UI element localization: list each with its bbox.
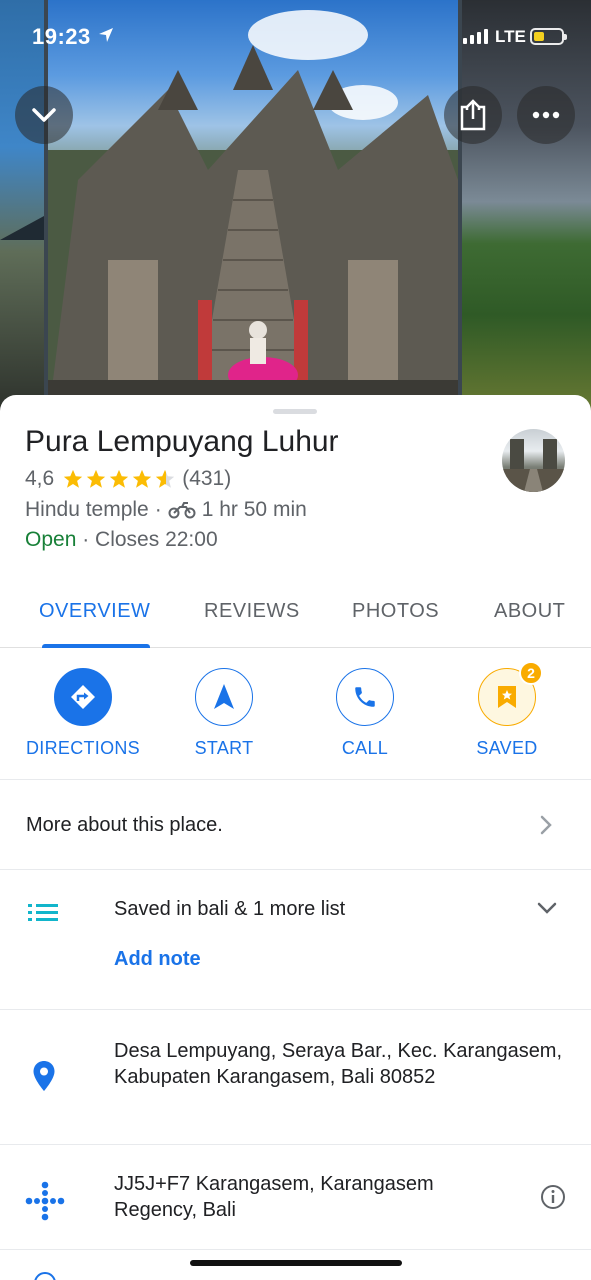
rating-value: 4,6 [25,467,55,490]
review-count: (431) [182,467,232,490]
action-buttons: DIRECTIONS START CALL 2 SAVED [0,648,591,780]
chevron-down-icon [32,108,56,122]
tab-reviews[interactable]: REVIEWS [204,600,300,623]
place-category: Hindu temple [25,498,149,521]
chevron-down-icon[interactable] [535,900,559,916]
address-row[interactable]: Desa Lempuyang, Seraya Bar., Kec. Karang… [0,1010,591,1145]
phone-icon [355,687,375,707]
saved-lists-text: Saved in bali & 1 more list [114,898,346,920]
more-about-text: More about this place. [26,814,223,836]
location-pin-icon [33,1061,55,1091]
network-type: LTE [495,27,526,46]
tab-photos[interactable]: PHOTOS [352,600,439,623]
category-row: Hindu temple · 1 hr 50 min [25,498,307,522]
list-icon [28,904,58,921]
signal-bars-icon [463,29,488,44]
saved-button[interactable]: 2 SAVED [437,661,577,759]
home-indicator[interactable] [190,1260,402,1266]
bookmark-star-icon [498,686,516,708]
directions-label: DIRECTIONS [25,738,140,758]
navigation-arrow-icon [214,684,234,709]
tab-about[interactable]: ABOUT [494,600,565,623]
share-icon [460,99,486,131]
place-title: Pura Lempuyang Luhur [25,425,339,458]
tab-overview[interactable]: OVERVIEW [39,600,150,623]
start-button[interactable]: START [154,668,294,759]
photo-carousel[interactable]: 19:23 LTE [0,0,591,420]
share-button[interactable] [444,86,502,144]
travel-time: 1 hr 50 min [201,498,307,521]
saved-count-badge: 2 [519,661,543,685]
start-label: START [194,738,254,758]
directions-circle [54,668,112,726]
drag-handle[interactable] [273,409,317,414]
location-arrow-icon [99,28,113,42]
place-thumbnail[interactable] [502,429,565,492]
more-about-row[interactable]: More about this place. [0,780,591,870]
separator: · [154,498,162,521]
address-text: Desa Lempuyang, Seraya Bar., Kec. Karang… [114,1040,563,1088]
status-time: 19:23 [32,24,91,49]
call-button[interactable]: CALL [295,668,435,759]
place-sheet: Pura Lempuyang Luhur 4,6 (431) Hindu tem… [0,395,591,1280]
saved-lists-row[interactable]: Saved in bali & 1 more list Add note [0,870,591,1010]
call-label: CALL [341,738,389,758]
hours-row[interactable]: Open · Closes 22:00 [25,528,218,552]
battery-icon [530,28,567,45]
directions-icon [71,685,95,709]
plus-code-icon [25,1181,65,1221]
directions-button[interactable]: DIRECTIONS [13,668,153,759]
open-status: Open [25,528,77,551]
tab-bar: OVERVIEW REVIEWS PHOTOS ABOUT [0,580,591,648]
saved-circle: 2 [478,661,543,726]
call-circle [336,668,394,726]
collapse-button[interactable] [15,86,73,144]
chevron-right-icon [540,815,552,835]
closing-time: · Closes 22:00 [82,528,218,551]
info-icon[interactable] [540,1184,566,1210]
motorcycle-icon [168,502,196,519]
rating-row[interactable]: 4,6 (431) [25,467,231,491]
plus-code-row[interactable]: JJ5J+F7 Karangasem, Karangasem Regency, … [0,1145,591,1250]
status-bar: 19:23 LTE [0,0,591,70]
saved-label: SAVED [476,738,538,758]
add-note-link[interactable]: Add note [114,948,201,971]
more-horizontal-icon [532,111,560,119]
plus-code-text: JJ5J+F7 Karangasem, Karangasem Regency, … [114,1173,434,1221]
more-options-button[interactable] [517,86,575,144]
star-rating-icon [62,468,176,490]
start-circle [195,668,253,726]
